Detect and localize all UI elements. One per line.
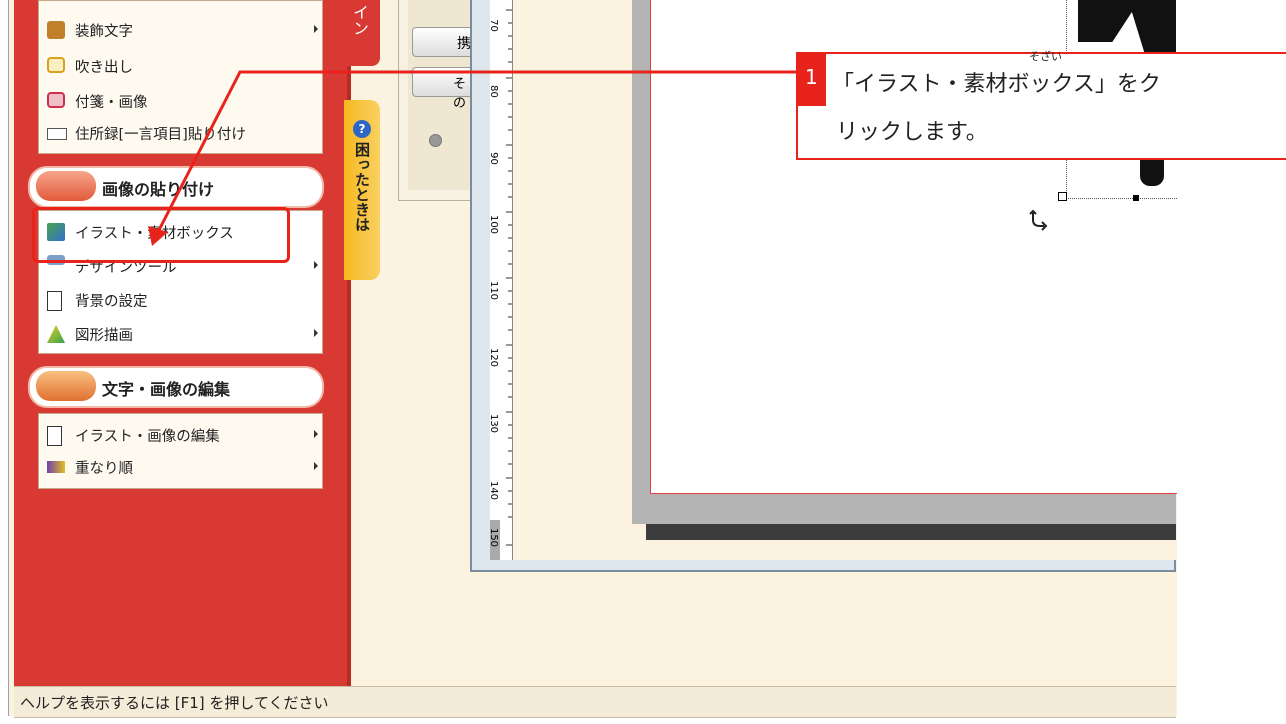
step-number: 1 (805, 65, 818, 89)
step-number-badge: 1 (796, 52, 826, 106)
instruction-callout: そざい 「イラスト・素材ボックス」をク リックします。 (796, 50, 1286, 160)
callout-text-line1: 「イラスト・素材ボックス」をク (832, 72, 1161, 97)
callout-ruby: そざい (1029, 50, 1062, 63)
callout-text-line2: リックします。 (836, 120, 988, 145)
